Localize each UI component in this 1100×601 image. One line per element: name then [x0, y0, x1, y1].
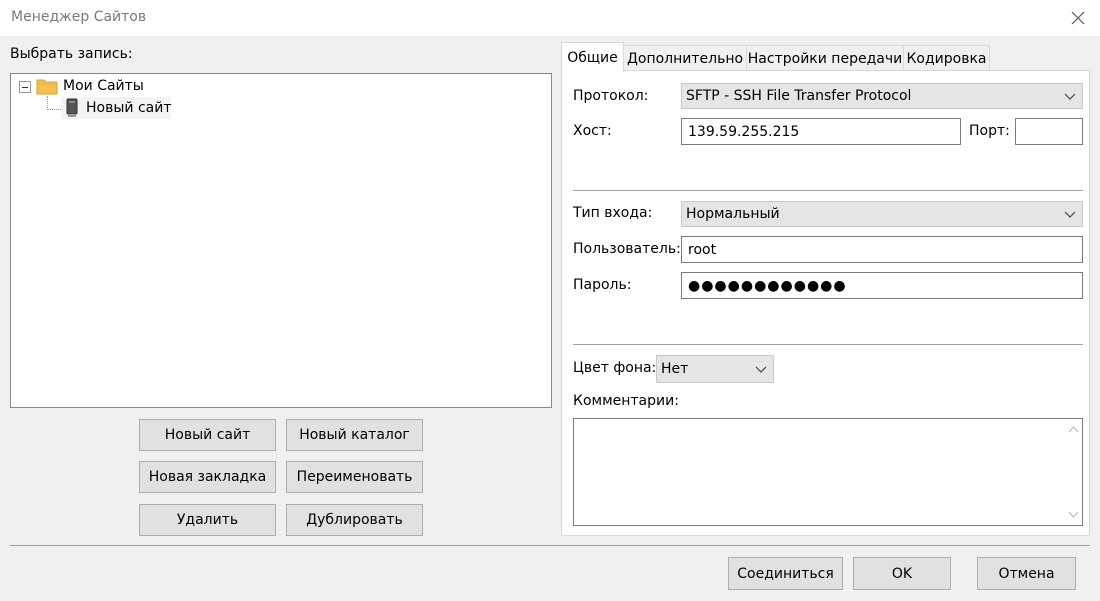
site-tree[interactable]: Мои Сайты Новый сайт	[10, 73, 552, 408]
new-site-button[interactable]: Новый сайт	[139, 419, 276, 451]
host-label: Хост:	[573, 123, 612, 139]
separator-1	[573, 190, 1083, 191]
rename-button[interactable]: Переименовать	[286, 461, 423, 493]
close-icon	[1071, 11, 1085, 25]
chevron-down-icon	[1064, 211, 1076, 218]
tree-root-label[interactable]: Мои Сайты	[63, 78, 144, 94]
protocol-label: Протокол:	[573, 88, 649, 104]
password-label: Пароль:	[573, 277, 632, 293]
tab-transfer-settings[interactable]: Настройки передачи	[746, 45, 904, 71]
comments-textarea[interactable]	[573, 418, 1083, 526]
host-input[interactable]: 139.59.255.215	[681, 118, 961, 145]
cancel-button[interactable]: Отмена	[977, 557, 1076, 590]
separator-2	[573, 344, 1083, 345]
background-color-select[interactable]: Нет	[656, 355, 774, 383]
tree-child-label[interactable]: Новый сайт	[86, 100, 171, 116]
password-input-value: ●●●●●●●●●●●●	[688, 277, 847, 294]
background-color-label: Цвет фона:	[573, 360, 657, 376]
user-input[interactable]: root	[681, 236, 1083, 263]
port-input[interactable]	[1015, 118, 1083, 145]
chevron-down-icon	[1064, 93, 1076, 100]
password-input[interactable]: ●●●●●●●●●●●●	[681, 272, 1083, 299]
host-input-value: 139.59.255.215	[688, 123, 800, 140]
new-folder-button[interactable]: Новый каталог	[286, 419, 423, 451]
close-button[interactable]	[1064, 4, 1092, 32]
tree-collapse-toggle[interactable]	[19, 81, 31, 93]
protocol-select[interactable]: SFTP - SSH File Transfer Protocol	[681, 83, 1083, 109]
general-tab-panel: Протокол: SFTP - SSH File Transfer Proto…	[561, 70, 1090, 536]
tree-connector-horizontal	[47, 109, 61, 110]
ok-button[interactable]: OK	[853, 557, 951, 590]
background-color-select-value: Нет	[661, 361, 689, 377]
user-label: Пользователь:	[573, 241, 681, 257]
logon-type-label: Тип входа:	[573, 205, 653, 221]
chevron-down-icon	[755, 366, 767, 373]
scroll-down-icon	[1068, 511, 1079, 518]
tab-advanced[interactable]: Дополнительно	[623, 45, 747, 71]
delete-button[interactable]: Удалить	[139, 504, 276, 536]
tab-general[interactable]: Общие	[561, 42, 624, 72]
comments-scrollbar[interactable]	[1065, 419, 1082, 525]
select-entry-label: Выбрать запись:	[10, 46, 133, 62]
folder-icon	[36, 77, 58, 95]
protocol-select-value: SFTP - SSH File Transfer Protocol	[686, 88, 912, 104]
scroll-up-icon	[1068, 426, 1079, 433]
duplicate-button[interactable]: Дублировать	[286, 504, 423, 536]
new-bookmark-button[interactable]: Новая закладка	[139, 461, 276, 493]
connect-button[interactable]: Соединиться	[728, 557, 843, 590]
dialog-body: Выбрать запись: Мои Сайты Новый сайт Нов…	[0, 36, 1100, 601]
user-input-value: root	[688, 241, 717, 258]
title-bar: Менеджер Сайтов	[0, 0, 1100, 36]
window-title: Менеджер Сайтов	[11, 9, 147, 25]
minus-icon	[22, 86, 28, 88]
tab-charset[interactable]: Кодировка	[903, 45, 990, 71]
port-label: Порт:	[969, 123, 1010, 139]
server-icon	[65, 98, 79, 118]
logon-type-select[interactable]: Нормальный	[681, 201, 1083, 227]
footer-separator	[10, 545, 1090, 546]
comments-label: Комментарии:	[573, 393, 679, 409]
logon-type-select-value: Нормальный	[686, 206, 780, 222]
tree-connector-vertical	[47, 96, 48, 110]
